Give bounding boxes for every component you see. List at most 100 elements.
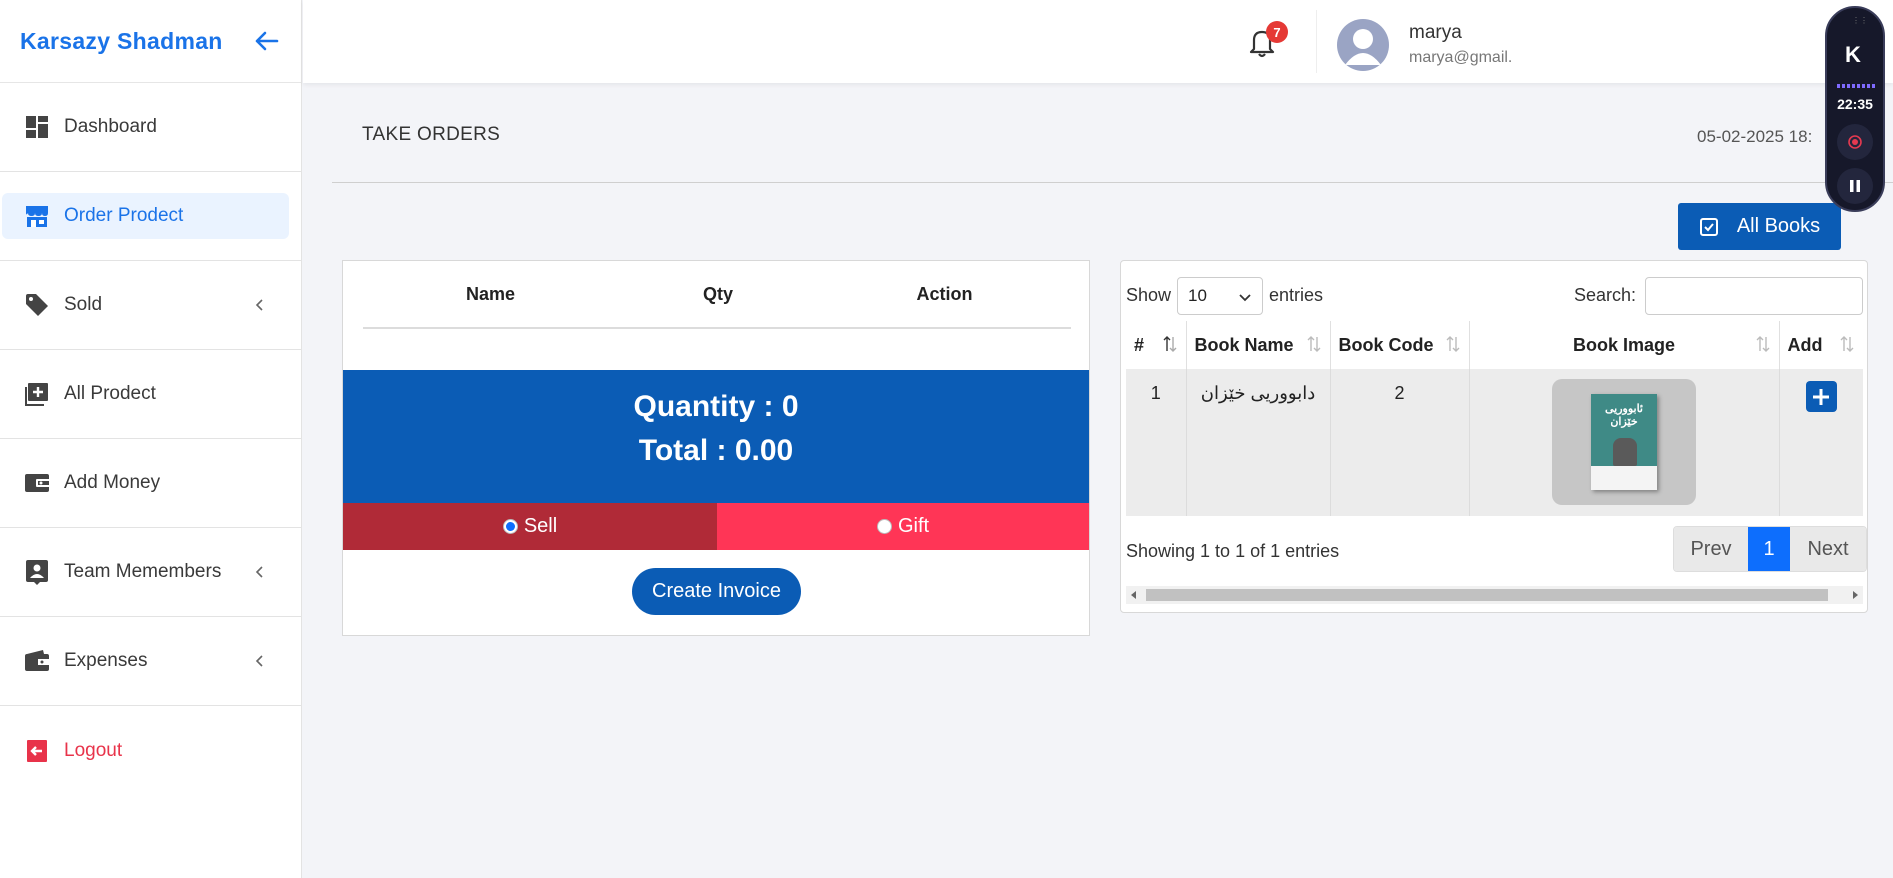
- brand-name: Karsazy Shadman: [20, 27, 223, 54]
- sidebar-item-label: Add Money: [64, 472, 161, 493]
- record-icon: [1848, 135, 1862, 149]
- pause-button[interactable]: [1837, 168, 1873, 204]
- tag-icon: [24, 292, 50, 318]
- column-header-num[interactable]: #: [1126, 321, 1187, 369]
- wallet-icon: [24, 648, 50, 674]
- cell-num: 1: [1126, 369, 1187, 516]
- entries-label: entries: [1269, 285, 1324, 305]
- recorder-progress: [1837, 84, 1877, 88]
- arrow-left-icon[interactable]: [253, 27, 281, 55]
- page-button-current[interactable]: 1: [1748, 527, 1790, 571]
- search-input[interactable]: [1645, 277, 1863, 315]
- avatar[interactable]: [1337, 19, 1389, 71]
- column-header-book-code[interactable]: Book Code: [1330, 321, 1470, 369]
- sidebar-item-label: Order Prodect: [64, 205, 184, 226]
- gift-option[interactable]: Gift: [717, 503, 1089, 550]
- sidebar-item-order-prodect[interactable]: Order Prodect: [0, 172, 301, 261]
- user-name: marya: [1409, 22, 1462, 43]
- sidebar-item-label: Expenses: [64, 650, 148, 671]
- cell-book-code: 2: [1330, 369, 1470, 516]
- book-cover: ئابووریی خێزان: [1591, 394, 1657, 490]
- column-header-book-name[interactable]: Book Name: [1186, 321, 1331, 369]
- sort-icon: [1163, 336, 1176, 352]
- top-header: [303, 0, 1893, 83]
- page-title: TAKE ORDERS: [362, 124, 501, 145]
- logout-icon: [24, 738, 50, 764]
- book-cover-title: ئابووریی خێزان: [1604, 403, 1643, 428]
- sort-icon: [1756, 336, 1769, 352]
- sidebar-item-add-money[interactable]: Add Money: [0, 439, 301, 528]
- page-length-value: 10: [1188, 286, 1207, 305]
- cell-add: [1779, 369, 1863, 516]
- create-invoice-button[interactable]: Create Invoice: [632, 568, 801, 615]
- checkbox-icon: [1699, 217, 1719, 237]
- column-action: Action: [916, 283, 973, 304]
- screen-recorder-widget: ⋮⋮ K 22:35: [1825, 6, 1885, 212]
- gift-label: Gift: [897, 515, 930, 537]
- scroll-left-icon[interactable]: [1131, 591, 1136, 599]
- title-divider: [332, 182, 1893, 183]
- recorder-logo: K: [1845, 42, 1861, 67]
- page-length-select[interactable]: 10: [1177, 277, 1263, 315]
- prev-page-button[interactable]: Prev: [1674, 527, 1748, 571]
- sidebar-item-expenses[interactable]: Expenses: [0, 617, 301, 706]
- cover-bottom: [1591, 466, 1657, 490]
- plus-icon: [1813, 388, 1830, 405]
- sidebar-item-label: Logout: [64, 739, 123, 761]
- column-header-label: Book Image: [1572, 334, 1676, 355]
- horizontal-scrollbar[interactable]: [1126, 586, 1863, 604]
- sidebar-item-all-prodect[interactable]: All Prodect: [0, 350, 301, 439]
- column-header-add[interactable]: Add: [1779, 321, 1863, 369]
- sidebar-item-team-memembers[interactable]: Team Memembers: [0, 528, 301, 617]
- column-header-book-image[interactable]: Book Image: [1469, 321, 1780, 369]
- sidebar: Karsazy Shadman Dashboard Order Prodect …: [0, 0, 302, 878]
- total-text: Total : 0.00: [638, 434, 794, 467]
- books-table: # Book Name Book Code Book Image Add 1 د…: [1126, 321, 1863, 516]
- notification-badge: 7: [1266, 21, 1288, 43]
- chevron-left-icon: [255, 566, 263, 578]
- pause-icon: [1850, 180, 1860, 192]
- show-label: Show: [1126, 285, 1172, 305]
- sidebar-item-sold[interactable]: Sold: [0, 261, 301, 350]
- column-header-label: Book Code: [1338, 334, 1434, 355]
- column-header-label: Add: [1787, 334, 1823, 355]
- pagination: Prev 1 Next: [1673, 526, 1867, 572]
- sidebar-item-label: All Prodect: [64, 383, 156, 404]
- record-button[interactable]: [1837, 124, 1873, 160]
- quantity-text: Quantity : 0: [633, 390, 799, 423]
- scrollbar-thumb[interactable]: [1146, 589, 1828, 601]
- add-book-button[interactable]: [1805, 381, 1837, 412]
- person-card-icon: [24, 559, 50, 585]
- sidebar-item-logout[interactable]: Logout: [0, 706, 301, 795]
- gift-radio[interactable]: [876, 519, 892, 534]
- recorder-time: 22:35: [1837, 96, 1873, 112]
- drag-handle-icon[interactable]: ⋮⋮: [1852, 17, 1868, 25]
- sidebar-item-dashboard[interactable]: Dashboard: [0, 83, 301, 172]
- sort-icon: [1307, 336, 1320, 352]
- all-books-button[interactable]: All Books: [1678, 203, 1841, 250]
- column-header-label: Book Name: [1194, 334, 1294, 355]
- column-header-label: #: [1134, 334, 1145, 355]
- sidebar-item-label: Dashboard: [64, 116, 157, 137]
- order-panel: Name Qty Action Quantity : 0 Total : 0.0…: [342, 260, 1090, 636]
- store-icon: [24, 203, 50, 229]
- column-name: Name: [465, 283, 516, 304]
- table-row: 1 دابووریی خێزان 2 ئابووریی خێزان: [1126, 369, 1863, 516]
- cell-book-image: ئابووریی خێزان: [1469, 369, 1780, 516]
- order-table-header: Name Qty Action: [363, 261, 1071, 329]
- sidebar-item-label: Team Memembers: [64, 561, 222, 582]
- sidebar-item-label: Sold: [64, 294, 103, 315]
- column-qty: Qty: [702, 283, 733, 304]
- books-panel: Show 10 entries Search: # Book Name Book…: [1120, 260, 1868, 613]
- sort-icon: [1446, 336, 1459, 352]
- next-page-button[interactable]: Next: [1790, 527, 1866, 571]
- header-divider: [1316, 10, 1317, 73]
- sell-radio[interactable]: [502, 519, 518, 534]
- totals-panel: Quantity : 0 Total : 0.00: [343, 370, 1089, 503]
- chevron-down-icon: [1239, 294, 1251, 302]
- all-books-label: All Books: [1736, 215, 1821, 237]
- sort-icon: [1840, 336, 1854, 352]
- sell-option[interactable]: Sell: [343, 503, 717, 550]
- scroll-right-icon[interactable]: [1853, 591, 1858, 599]
- add-box-icon: [24, 381, 50, 407]
